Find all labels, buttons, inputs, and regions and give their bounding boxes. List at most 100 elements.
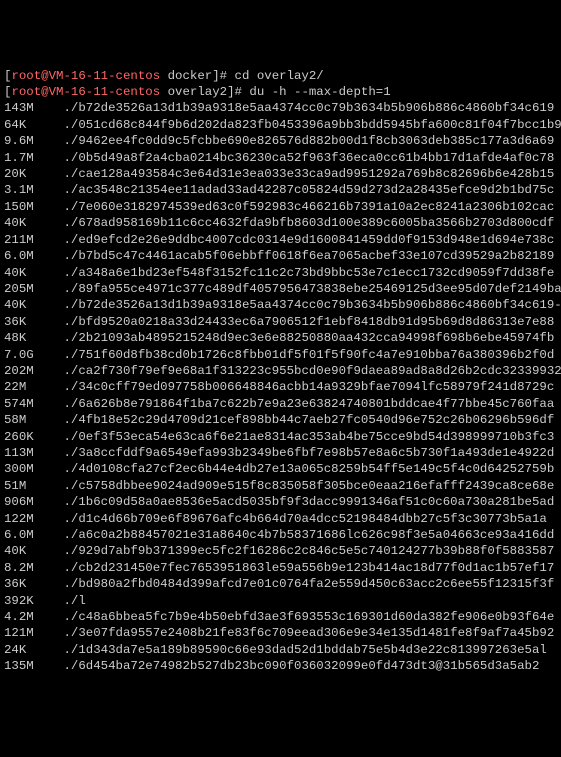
du-row: 205M ./89fa955ce4971c377c489df4057956473… xyxy=(4,281,557,297)
size-cell: 22M xyxy=(4,379,64,395)
du-row: 4.2M ./c48a6bbea5fc7b9e4b50ebfd3ae3f6935… xyxy=(4,609,557,625)
du-row: 392K ./l xyxy=(4,593,557,609)
path-cell: ./4d0108cfa27cf2ec6b44e4db27e13a065c8259… xyxy=(64,462,555,476)
size-cell: 1.7M xyxy=(4,150,64,166)
path-cell: ./7e060e3182974539ed63c0f592983c466216b7… xyxy=(64,200,555,214)
du-row: 113M ./3a8ccfddf9a6549efa993b2349be6fbf7… xyxy=(4,445,557,461)
path-cell: ./a348a6e1bd23ef548f3152fc11c2c73bd9bbc5… xyxy=(64,266,555,280)
du-row: 48K ./2b21093ab4895215248d9ec3e6e8825088… xyxy=(4,330,557,346)
size-cell: 211M xyxy=(4,232,64,248)
path-cell: ./ed9efcd2e26e9ddbc4007cdc0314e9d1600841… xyxy=(64,233,555,247)
path-cell: ./34c0cff79ed097758b006648846acbb14a9329… xyxy=(64,380,555,394)
du-row: 36K ./bd980a2fbd0484d399afcd7e01c0764fa2… xyxy=(4,576,557,592)
du-row: 22M ./34c0cff79ed097758b006648846acbb14a… xyxy=(4,379,557,395)
size-cell: 7.0G xyxy=(4,347,64,363)
size-cell: 122M xyxy=(4,511,64,527)
path-cell: ./b7bd5c47c4461acab5f06ebbff0618f6ea7065… xyxy=(64,249,555,263)
du-row: 36K ./bfd9520a0218a33d24433ec6a7906512f1… xyxy=(4,314,557,330)
path-cell: ./d1c4d66b709e6f89676afc4b664d70a4dcc521… xyxy=(64,512,547,526)
shell-prompt[interactable]: [root@VM-16-11-centos docker]# cd overla… xyxy=(4,68,557,84)
du-row: 260K ./0ef3f53eca54e63ca6f6e21ae8314ac35… xyxy=(4,429,557,445)
size-cell: 906M xyxy=(4,494,64,510)
du-row: 300M ./4d0108cfa27cf2ec6b44e4db27e13a065… xyxy=(4,461,557,477)
size-cell: 300M xyxy=(4,461,64,477)
du-row: 135M ./6d454ba72e74982b527db23bc090f0360… xyxy=(4,658,557,674)
du-row: 6.0M ./b7bd5c47c4461acab5f06ebbff0618f6e… xyxy=(4,248,557,264)
path-cell: ./678ad958169b11c6cc4632fda9bfb8603d100e… xyxy=(64,216,555,230)
path-cell: ./b72de3526a13d1b39a9318e5aa4374cc0c79b3… xyxy=(64,298,561,312)
du-row: 40K ./929d7abf9b371399ec5fc2f16286c2c846… xyxy=(4,543,557,559)
path-cell: ./ca2f730f79ef9e68a1f313223c955bcd0e90f9… xyxy=(64,364,561,378)
size-cell: 40K xyxy=(4,543,64,559)
path-cell: ./051cd68c844f9b6d202da823fb0453396a9bb3… xyxy=(64,118,561,132)
du-row: 40K ./b72de3526a13d1b39a9318e5aa4374cc0c… xyxy=(4,297,557,313)
path-cell: ./ac3548c21354ee11adad33ad42287c05824d59… xyxy=(64,183,555,197)
du-row: 906M ./1b6c09d58a0ae8536e5acd5035bf9f3da… xyxy=(4,494,557,510)
du-row: 122M ./d1c4d66b709e6f89676afc4b664d70a4d… xyxy=(4,511,557,527)
size-cell: 150M xyxy=(4,199,64,215)
size-cell: 205M xyxy=(4,281,64,297)
size-cell: 48K xyxy=(4,330,64,346)
du-row: 150M ./7e060e3182974539ed63c0f592983c466… xyxy=(4,199,557,215)
size-cell: 6.0M xyxy=(4,527,64,543)
path-cell: ./3a8ccfddf9a6549efa993b2349be6fbf7e98b5… xyxy=(64,446,555,460)
du-row: 51M ./c5758dbbee9024ad909e515f8c835058f3… xyxy=(4,478,557,494)
size-cell: 113M xyxy=(4,445,64,461)
size-cell: 40K xyxy=(4,297,64,313)
size-cell: 121M xyxy=(4,625,64,641)
size-cell: 40K xyxy=(4,215,64,231)
size-cell: 24K xyxy=(4,642,64,658)
path-cell: ./b72de3526a13d1b39a9318e5aa4374cc0c79b3… xyxy=(64,101,555,115)
size-cell: 392K xyxy=(4,593,64,609)
size-cell: 135M xyxy=(4,658,64,674)
path-cell: ./3e07fda9557e2408b21fe83f6c709eead306e9… xyxy=(64,626,555,640)
du-row: 1.7M ./0b5d49a8f2a4cba0214bc36230ca52f96… xyxy=(4,150,557,166)
du-row: 6.0M ./a6c0a2b88457021e31a8640c4b7b58371… xyxy=(4,527,557,543)
du-row: 3.1M ./ac3548c21354ee11adad33ad42287c058… xyxy=(4,182,557,198)
size-cell: 3.1M xyxy=(4,182,64,198)
path-cell: ./89fa955ce4971c377c489df4057956473838eb… xyxy=(64,282,561,296)
size-cell: 202M xyxy=(4,363,64,379)
path-cell: ./cb2d231450e7fec7653951863le59a556b9e12… xyxy=(64,561,555,575)
path-cell: ./6d454ba72e74982b527db23bc090f036032099… xyxy=(64,659,540,673)
terminal-output: [root@VM-16-11-centos docker]# cd overla… xyxy=(4,68,557,675)
size-cell: 40K xyxy=(4,265,64,281)
path-cell: ./bd980a2fbd0484d399afcd7e01c0764fa2e559… xyxy=(64,577,555,591)
du-row: 574M ./6a626b8e791864f1ba7c622b7e9a23e63… xyxy=(4,396,557,412)
size-cell: 51M xyxy=(4,478,64,494)
du-row: 8.2M ./cb2d231450e7fec7653951863le59a556… xyxy=(4,560,557,576)
du-row: 143M ./b72de3526a13d1b39a9318e5aa4374cc0… xyxy=(4,100,557,116)
du-row: 58M ./4fb18e52c29d4709d21cef898bb44c7aeb… xyxy=(4,412,557,428)
du-row: 40K ./678ad958169b11c6cc4632fda9bfb8603d… xyxy=(4,215,557,231)
du-row: 24K ./1d343da7e5a189b89590c66e93dad52d1b… xyxy=(4,642,557,658)
size-cell: 20K xyxy=(4,166,64,182)
path-cell: ./1d343da7e5a189b89590c66e93dad52d1bddab… xyxy=(64,643,547,657)
path-cell: ./l xyxy=(64,594,86,608)
path-cell: ./6a626b8e791864f1ba7c622b7e9a23e6382474… xyxy=(64,397,555,411)
path-cell: ./929d7abf9b371399ec5fc2f16286c2c846c5e5… xyxy=(64,544,555,558)
size-cell: 64K xyxy=(4,117,64,133)
size-cell: 58M xyxy=(4,412,64,428)
du-row: 64K ./051cd68c844f9b6d202da823fb0453396a… xyxy=(4,117,557,133)
size-cell: 4.2M xyxy=(4,609,64,625)
path-cell: ./c48a6bbea5fc7b9e4b50ebfd3ae3f693553c16… xyxy=(64,610,555,624)
path-cell: ./9462ee4fc0dd9c5fcbbe690e826576d882b00d… xyxy=(64,134,555,148)
shell-prompt[interactable]: [root@VM-16-11-centos overlay2]# du -h -… xyxy=(4,84,557,100)
path-cell: ./c5758dbbee9024ad909e515f8c835058f305bc… xyxy=(64,479,555,493)
size-cell: 6.0M xyxy=(4,248,64,264)
path-cell: ./2b21093ab4895215248d9ec3e6e88250880aa4… xyxy=(64,331,555,345)
path-cell: ./4fb18e52c29d4709d21cef898bb44c7aeb27fc… xyxy=(64,413,555,427)
path-cell: ./bfd9520a0218a33d24433ec6a7906512f1ebf8… xyxy=(64,315,555,329)
du-row: 40K ./a348a6e1bd23ef548f3152fc11c2c73bd9… xyxy=(4,265,557,281)
path-cell: ./0b5d49a8f2a4cba0214bc36230ca52f963f36e… xyxy=(64,151,555,165)
du-row: 121M ./3e07fda9557e2408b21fe83f6c709eead… xyxy=(4,625,557,641)
du-row: 211M ./ed9efcd2e26e9ddbc4007cdc0314e9d16… xyxy=(4,232,557,248)
path-cell: ./751f60d8fb38cd0b1726c8fbb01df5f01f5f90… xyxy=(64,348,555,362)
size-cell: 36K xyxy=(4,576,64,592)
size-cell: 260K xyxy=(4,429,64,445)
path-cell: ./a6c0a2b88457021e31a8640c4b7b58371686lc… xyxy=(64,528,555,542)
du-row: 7.0G ./751f60d8fb38cd0b1726c8fbb01df5f01… xyxy=(4,347,557,363)
size-cell: 8.2M xyxy=(4,560,64,576)
du-row: 9.6M ./9462ee4fc0dd9c5fcbbe690e826576d88… xyxy=(4,133,557,149)
path-cell: ./1b6c09d58a0ae8536e5acd5035bf9f3dacc999… xyxy=(64,495,555,509)
